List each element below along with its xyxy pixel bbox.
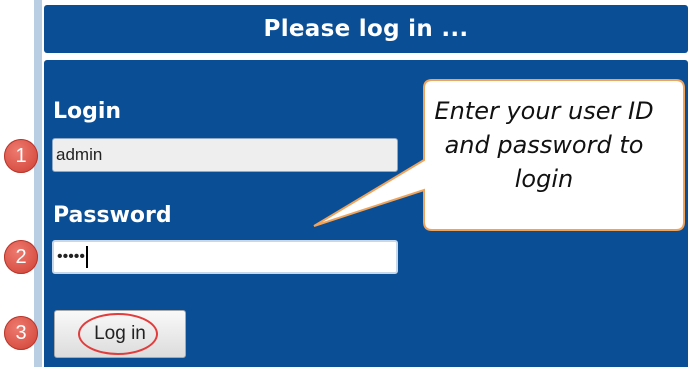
- login-screen: Please log in ... Login admin Password •…: [0, 0, 691, 367]
- callout-text: Enter your user ID and password to login: [434, 97, 654, 194]
